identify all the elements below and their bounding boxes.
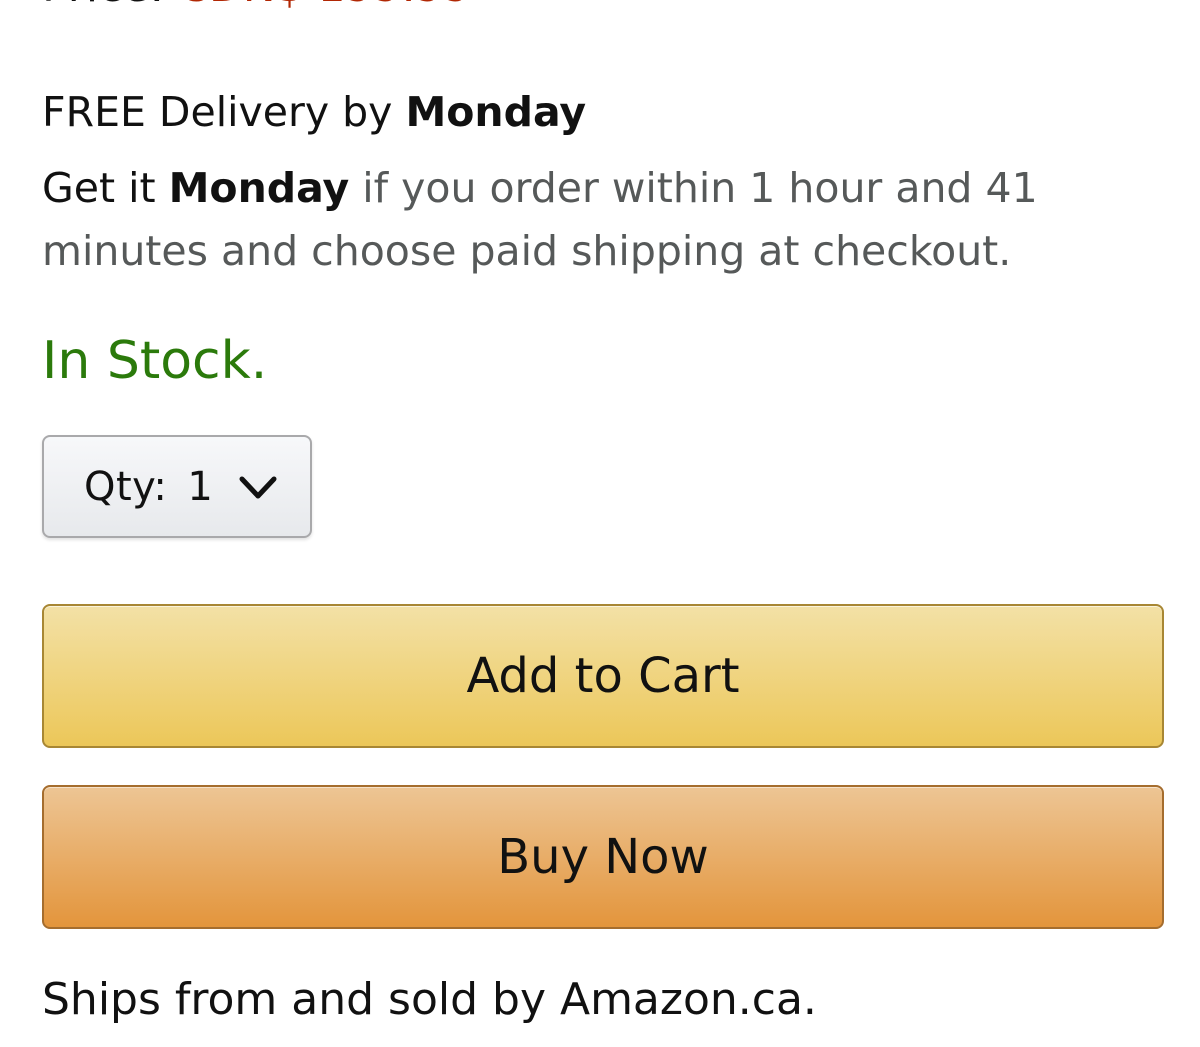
add-to-cart-button[interactable]: Add to Cart <box>42 604 1164 748</box>
delivery-day: Monday <box>405 88 587 136</box>
buy-now-label: Buy Now <box>497 829 709 885</box>
price-value: CDN$ 199.99 <box>178 0 471 12</box>
price-row: Price: CDN$ 199.99 ✓ <box>42 0 519 12</box>
add-to-cart-label: Add to Cart <box>466 648 740 704</box>
merchant-info: Ships from and sold by Amazon.ca. <box>42 974 817 1025</box>
chevron-down-icon <box>239 476 277 499</box>
delivery-prefix: FREE Delivery by <box>42 88 406 136</box>
price-label: Price: <box>42 0 164 12</box>
buy-now-button[interactable]: Buy Now <box>42 785 1164 929</box>
quantity-label: Qty: <box>84 463 168 510</box>
availability-status: In Stock. <box>42 331 268 391</box>
fast-track-day: Monday <box>168 164 350 212</box>
quantity-dropdown[interactable]: Qty: 1 <box>42 435 312 538</box>
fast-track-message: Get it Monday if you order within 1 hour… <box>42 157 1152 283</box>
prime-check-icon: ✓ <box>486 0 520 13</box>
free-delivery-message: FREE Delivery by Monday <box>42 84 586 140</box>
quantity-value: 1 <box>187 463 213 510</box>
fast-track-prefix: Get it <box>42 164 169 212</box>
buy-box: Price: CDN$ 199.99 ✓ FREE Delivery by Mond… <box>42 0 1164 1047</box>
